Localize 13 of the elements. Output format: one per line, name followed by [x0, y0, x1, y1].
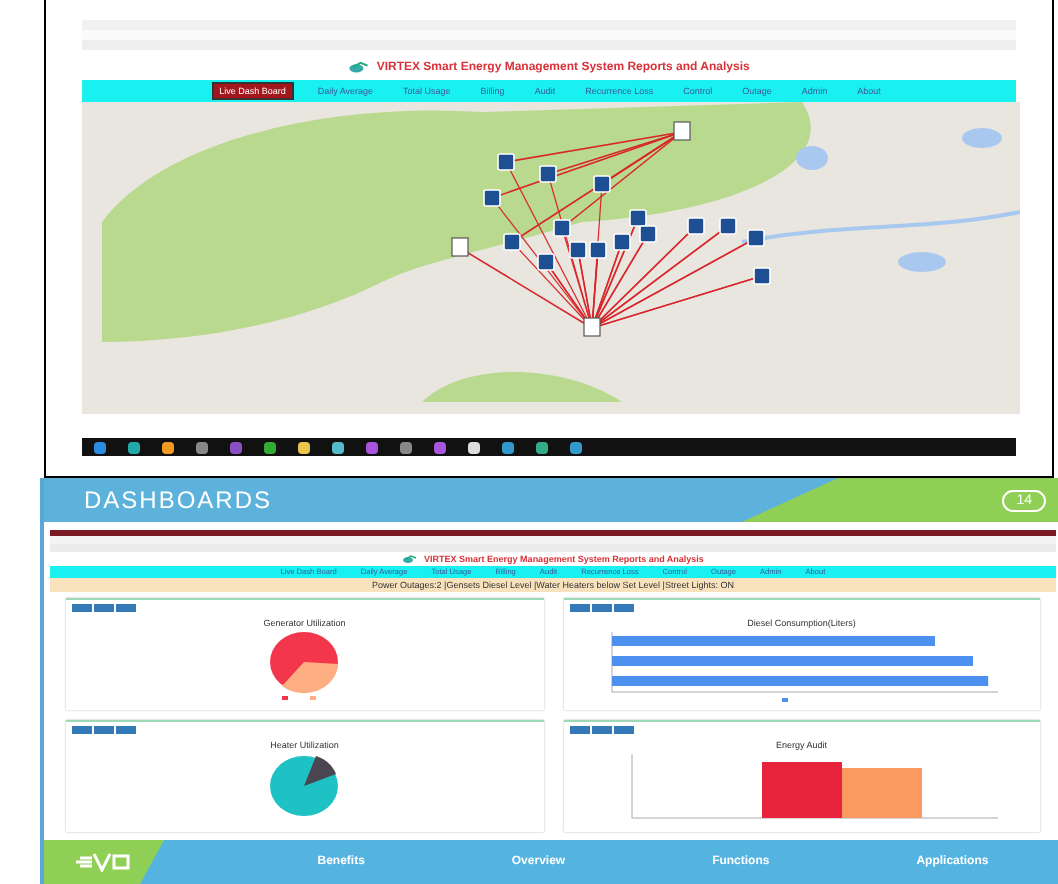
app-icon[interactable] [264, 441, 276, 453]
app-icon[interactable] [570, 441, 582, 453]
app-icon[interactable] [502, 441, 514, 453]
logo-icon [348, 60, 371, 74]
app-icon[interactable] [536, 441, 548, 453]
app-icon[interactable] [332, 441, 344, 453]
app-icon[interactable] [468, 441, 480, 453]
logo-icon [402, 554, 419, 564]
logo-icon [76, 852, 132, 872]
app-icon[interactable] [298, 441, 310, 453]
app-icon[interactable] [162, 441, 174, 453]
app-icon[interactable] [128, 441, 140, 453]
slide-title: DASHBOARDS [84, 486, 273, 514]
